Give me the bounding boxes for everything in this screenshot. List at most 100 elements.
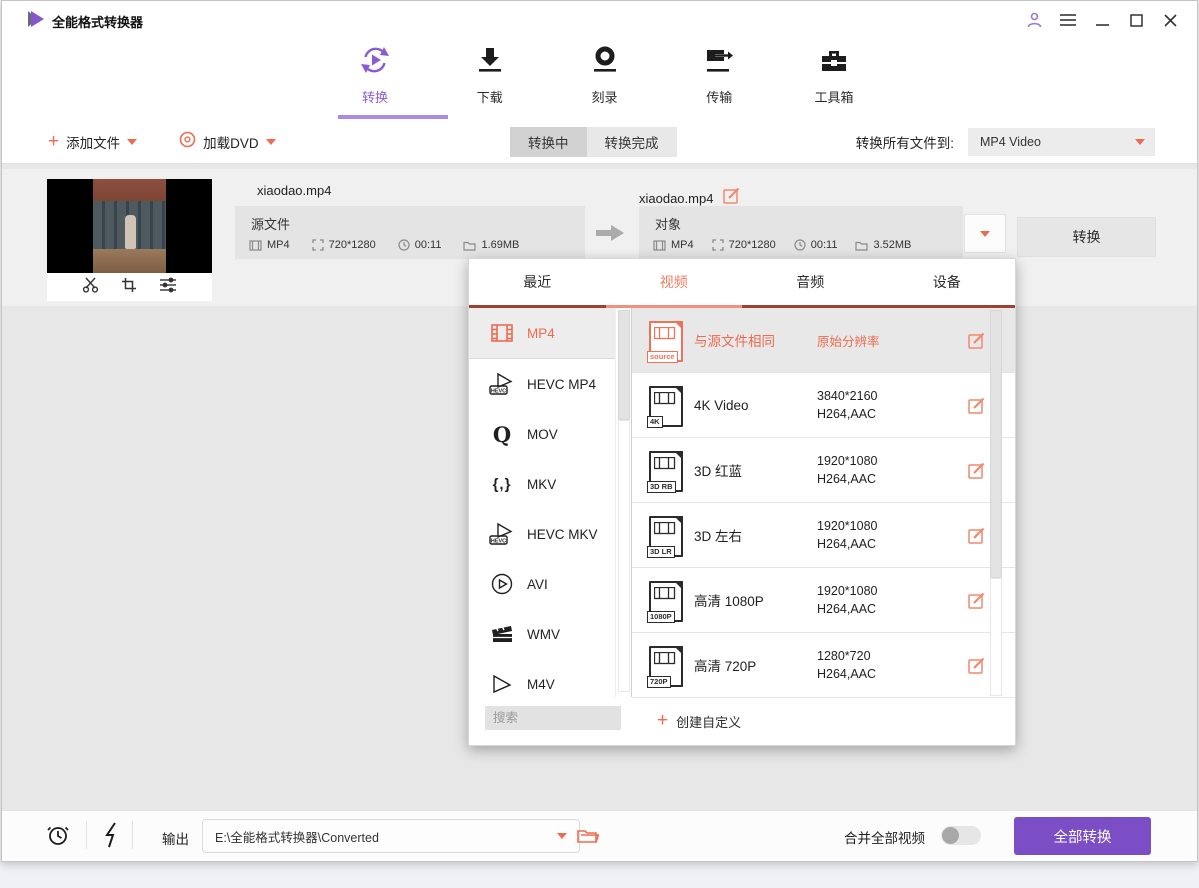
active-tab-underline bbox=[338, 115, 448, 119]
video-thumbnail bbox=[47, 179, 212, 301]
tab-download[interactable]: 下载 bbox=[447, 37, 533, 117]
hevc-play-icon: HEVC bbox=[489, 521, 515, 547]
preset-list-scrollbar[interactable] bbox=[988, 308, 1003, 697]
maximize-icon[interactable] bbox=[1127, 11, 1145, 29]
format-list-scrollbar[interactable] bbox=[615, 308, 631, 697]
output-path-select[interactable]: E:\全能格式转换器\Converted bbox=[202, 819, 580, 853]
transfer-icon bbox=[704, 45, 734, 80]
app-window: 全能格式转换器 bbox=[1, 0, 1198, 862]
tab-transfer[interactable]: 传输 bbox=[676, 37, 762, 117]
merge-videos-label: 合并全部视频 bbox=[844, 827, 925, 847]
effects-icon[interactable] bbox=[159, 277, 177, 298]
folder-icon bbox=[855, 240, 868, 251]
schedule-icon[interactable] bbox=[44, 821, 72, 849]
m4v-play-icon bbox=[489, 671, 515, 697]
target-duration: 00:11 bbox=[794, 239, 838, 251]
convert-icon bbox=[360, 45, 390, 80]
tab-converting[interactable]: 转换中 bbox=[510, 127, 587, 157]
clock-icon bbox=[794, 239, 806, 251]
main-nav: 转换 下载 刻录 bbox=[332, 37, 877, 117]
chevron-down-icon bbox=[127, 139, 137, 145]
tab-toolbox[interactable]: 工具箱 bbox=[791, 37, 877, 117]
edit-preset-icon[interactable] bbox=[968, 397, 985, 419]
preset-hd-1080p[interactable]: 1080P 高清 1080P 1920*1080H264,AAC bbox=[632, 568, 1015, 633]
preset-hd-720p[interactable]: 720P 高清 720P 1280*720H264,AAC bbox=[632, 633, 1015, 698]
edit-preset-icon[interactable] bbox=[968, 527, 985, 549]
convert-all-button[interactable]: 全部转换 bbox=[1014, 817, 1151, 855]
trim-icon[interactable] bbox=[82, 276, 99, 298]
search-input[interactable] bbox=[485, 706, 621, 730]
matroska-icon: {,} bbox=[489, 471, 515, 497]
dvd-icon bbox=[179, 131, 196, 153]
menu-icon[interactable] bbox=[1059, 11, 1077, 29]
edit-preset-icon[interactable] bbox=[968, 657, 985, 679]
svg-text:HEVC: HEVC bbox=[491, 539, 506, 545]
tab-toolbox-label: 工具箱 bbox=[814, 87, 853, 106]
close-icon[interactable] bbox=[1161, 11, 1179, 29]
download-icon bbox=[476, 45, 504, 80]
chevron-down-icon bbox=[1135, 139, 1145, 145]
chevron-down-icon bbox=[266, 139, 276, 145]
format-item-mp4[interactable]: MP4 bbox=[469, 308, 615, 359]
app-title: 全能格式转换器 bbox=[52, 12, 143, 31]
add-files-button[interactable]: + 添加文件 bbox=[48, 132, 137, 152]
format-item-mov[interactable]: Q MOV bbox=[469, 409, 615, 459]
3d-rb-preset-icon: 3D RB bbox=[649, 451, 683, 492]
open-folder-icon[interactable] bbox=[574, 821, 602, 849]
tab-download-label: 下载 bbox=[477, 87, 503, 106]
popup-tab-recent[interactable]: 最近 bbox=[469, 259, 606, 305]
format-item-m4v[interactable]: M4V bbox=[469, 659, 615, 697]
clock-icon bbox=[398, 239, 410, 251]
titlebar: 全能格式转换器 bbox=[2, 1, 1197, 37]
chevron-down-icon bbox=[980, 231, 990, 237]
preset-same-as-source[interactable]: source 与源文件相同 原始分辨率 bbox=[632, 308, 1015, 373]
high-speed-icon[interactable] bbox=[97, 821, 125, 849]
convert-button[interactable]: 转换 bbox=[1017, 217, 1156, 257]
preset-3d-left-right[interactable]: 3D LR 3D 左右 1920*1080H264,AAC bbox=[632, 503, 1015, 568]
format-item-avi[interactable]: AVI bbox=[469, 559, 615, 609]
popup-tab-video[interactable]: 视频 bbox=[606, 259, 743, 305]
target-info-box: 对象 MP4 720*1280 00:11 bbox=[639, 206, 963, 259]
load-dvd-button[interactable]: 加载DVD bbox=[179, 131, 276, 153]
hevc-play-icon: HEVC bbox=[489, 371, 515, 397]
tab-transfer-label: 传输 bbox=[706, 87, 732, 106]
create-custom-button[interactable]: + 创建自定义 bbox=[657, 697, 741, 745]
avi-play-circle-icon bbox=[489, 571, 515, 597]
preset-3d-red-blue[interactable]: 3D RB 3D 红蓝 1920*1080H264,AAC bbox=[632, 438, 1015, 503]
format-item-wmv[interactable]: WMV bbox=[469, 609, 615, 659]
video-file-icon bbox=[249, 240, 262, 251]
format-picker-popup: 最近 视频 音频 设备 MP4 HEVC bbox=[468, 258, 1016, 746]
tab-burn[interactable]: 刻录 bbox=[562, 37, 648, 117]
tab-converted[interactable]: 转换完成 bbox=[587, 127, 677, 157]
tab-convert[interactable]: 转换 bbox=[332, 37, 418, 117]
preset-list: source 与源文件相同 原始分辨率 4K bbox=[632, 308, 1015, 697]
chevron-down-icon bbox=[557, 833, 567, 839]
popup-tab-device[interactable]: 设备 bbox=[879, 259, 1016, 305]
minimize-icon[interactable] bbox=[1093, 11, 1111, 29]
format-item-hevc-mp4[interactable]: HEVC HEVC MP4 bbox=[469, 359, 615, 409]
crop-icon[interactable] bbox=[121, 277, 137, 298]
preset-4k-video[interactable]: 4K 4K Video 3840*2160H264,AAC bbox=[632, 373, 1015, 438]
format-item-hevc-mkv[interactable]: HEVC HEVC MKV bbox=[469, 509, 615, 559]
source-format: MP4 bbox=[249, 239, 290, 251]
resolution-icon bbox=[712, 239, 724, 251]
app-logo-icon bbox=[26, 10, 46, 28]
format-item-mkv[interactable]: {,} MKV bbox=[469, 459, 615, 509]
tab-convert-label: 转换 bbox=[362, 87, 388, 106]
popup-tab-audio[interactable]: 音频 bbox=[742, 259, 879, 305]
plus-icon: + bbox=[48, 135, 59, 149]
edit-preset-icon[interactable] bbox=[968, 592, 985, 614]
format-dropdown-button[interactable] bbox=[964, 214, 1006, 253]
plus-icon: + bbox=[657, 714, 668, 728]
target-format: MP4 bbox=[653, 239, 694, 251]
1080p-preset-icon: 1080P bbox=[649, 581, 683, 622]
target-resolution: 720*1280 bbox=[712, 239, 776, 251]
edit-preset-icon[interactable] bbox=[968, 332, 985, 354]
merge-toggle[interactable] bbox=[941, 826, 981, 845]
arrow-right-icon bbox=[596, 224, 624, 247]
edit-preset-icon[interactable] bbox=[968, 462, 985, 484]
user-account-icon[interactable] bbox=[1025, 11, 1043, 29]
convert-all-to-label: 转换所有文件到: bbox=[856, 132, 954, 152]
output-format-select[interactable]: MP4 Video bbox=[968, 128, 1155, 156]
source-preset-icon: source bbox=[649, 321, 683, 362]
